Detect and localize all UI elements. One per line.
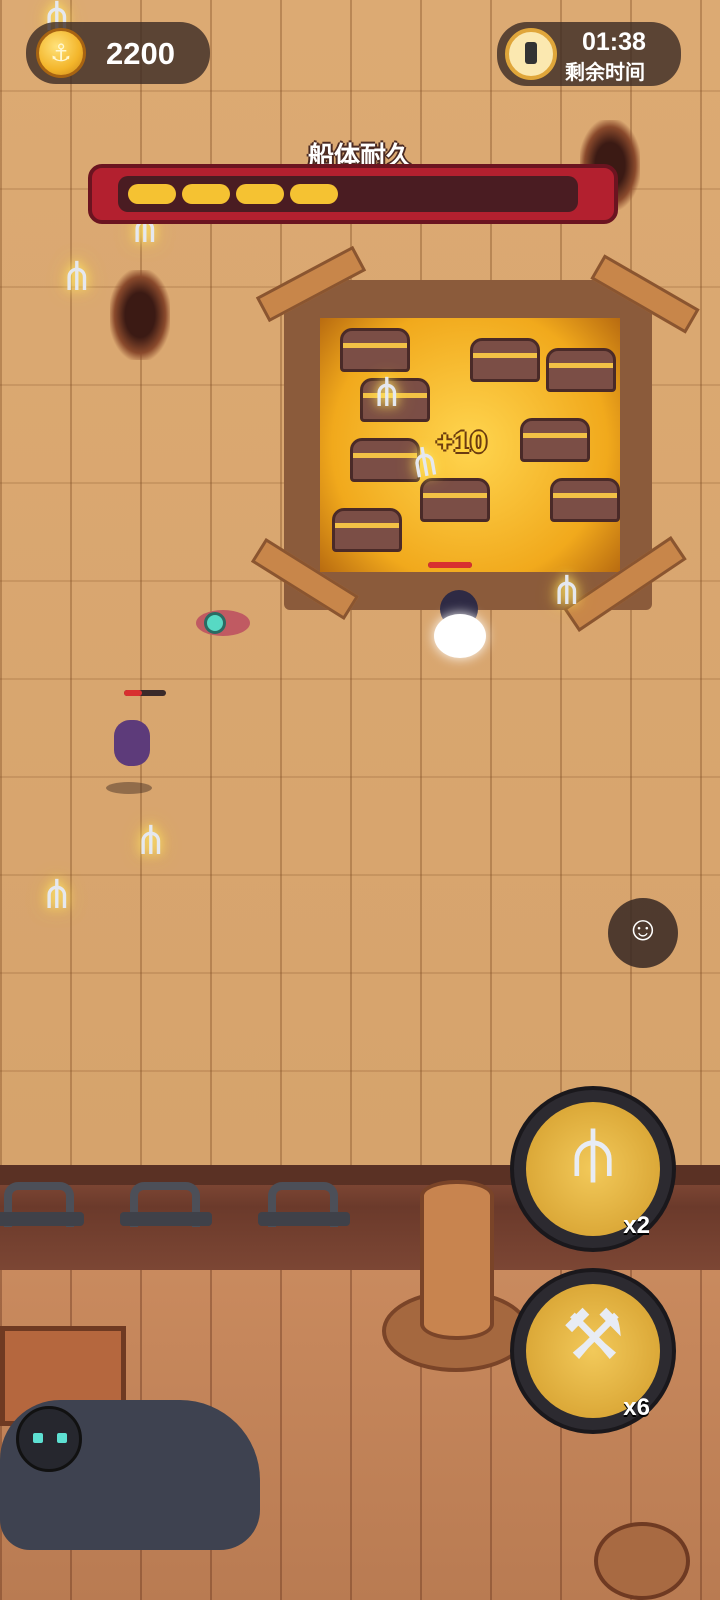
hull-segment <box>128 184 176 204</box>
coin-counter: ⚓ 2200 <box>26 22 210 84</box>
hammer-icon: ⚒ <box>561 1296 625 1374</box>
trident-icon: ⋔ <box>134 819 168 863</box>
rail-cleat-base <box>120 1212 212 1226</box>
rail-cleat-base <box>0 1212 84 1226</box>
enemy-health-bar <box>124 690 166 696</box>
player-character <box>430 590 490 660</box>
time-remaining: 01:38 剩余时间 <box>497 22 681 86</box>
flying-fish-enemy <box>168 600 278 644</box>
deck-hole <box>110 270 170 360</box>
trident-icon: ⋔ <box>60 255 94 299</box>
treasure-chest <box>546 348 616 392</box>
timer-value: 01:38 <box>582 28 646 56</box>
trident-icon: ⫛ <box>572 1113 614 1191</box>
trident-icon: ⋔ <box>404 438 446 488</box>
treasure-chest <box>340 328 410 372</box>
treasure-chest <box>520 418 590 462</box>
pirate-enemy <box>100 710 160 794</box>
trident-icon: ⋔ <box>370 371 404 415</box>
trident-skill-button[interactable]: ⫛ x2 <box>510 1086 676 1252</box>
trident-skill-count: x2 <box>623 1212 650 1239</box>
treasure-chest <box>332 508 402 552</box>
player-health-bar <box>428 562 472 568</box>
coin-icon: ⚓ <box>36 28 86 78</box>
hull-segment <box>290 184 338 204</box>
trident-icon: ⋔ <box>550 569 584 613</box>
hammer-skill-count: x6 <box>623 1394 650 1421</box>
hull-durability-bar <box>88 164 618 224</box>
treasure-chest <box>550 478 620 522</box>
treasure-chest <box>470 338 540 382</box>
hull-bar-track <box>118 176 578 212</box>
mooring-post <box>382 1180 530 1372</box>
smiley-speech-icon: ☺ <box>625 910 661 948</box>
coin-value: 2200 <box>106 36 175 71</box>
rail-cleat-base <box>258 1212 350 1226</box>
emote-button[interactable]: ☺ <box>608 898 678 968</box>
score-popup: +10 <box>436 426 487 459</box>
timer-label: 剩余时间 <box>565 62 645 84</box>
clock-icon <box>505 28 557 80</box>
trident-icon: ⋔ <box>40 873 74 917</box>
hull-segment <box>182 184 230 204</box>
barrel <box>594 1522 690 1600</box>
hull-segment <box>236 184 284 204</box>
bomb-creature <box>16 1406 82 1472</box>
hammer-skill-button[interactable]: ⚒ x6 <box>510 1268 676 1434</box>
